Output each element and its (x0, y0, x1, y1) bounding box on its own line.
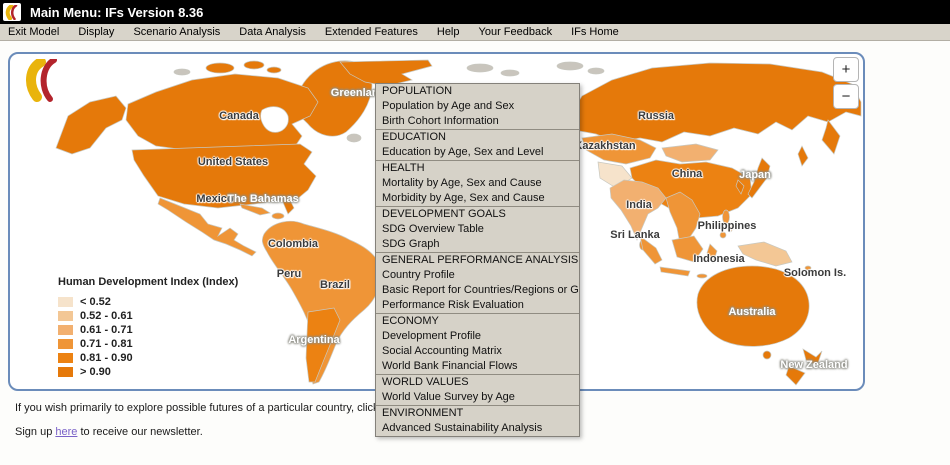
hdi-legend: Human Development Index (Index) < 0.52 0.… (58, 276, 238, 379)
menu-section-general-performance-analysis: GENERAL PERFORMANCE ANALYSIS (376, 253, 579, 268)
menubar-item-data-analysis[interactable]: Data Analysis (239, 26, 306, 38)
newsletter-prefix: Sign up (15, 426, 55, 438)
menubar-item-your-feedback[interactable]: Your Feedback (479, 26, 553, 38)
country-canada-alaska[interactable] (56, 96, 126, 154)
ifs-map-logo (24, 59, 62, 103)
country-philippines-2[interactable] (728, 224, 733, 232)
country-canada-island-1[interactable] (206, 63, 234, 73)
menu-section-population: POPULATION (376, 84, 579, 99)
menu-section-environment: ENVIRONMENT (376, 406, 579, 421)
country-russia-kamchatka[interactable] (822, 120, 840, 154)
menu-item-education-by-age-sex-and-level[interactable]: Education by Age, Sex and Level (376, 145, 579, 160)
legend-swatch (58, 325, 73, 335)
country-canada[interactable] (126, 74, 318, 152)
menu-section-economy: ECONOMY (376, 314, 579, 329)
zoom-in-button[interactable]: + (833, 57, 859, 82)
menu-section-world-values: WORLD VALUES (376, 375, 579, 390)
newsletter-here-link[interactable]: here (55, 426, 77, 438)
country-indonesia-sumatra[interactable] (640, 236, 662, 264)
country-japan[interactable] (748, 158, 770, 198)
menu-item-sdg-overview-table[interactable]: SDG Overview Table (376, 222, 579, 237)
country-mongolia[interactable] (662, 144, 718, 162)
menu-item-world-bank-financial-flows[interactable]: World Bank Financial Flows (376, 359, 579, 374)
country-indonesia-lesser-sunda[interactable] (697, 274, 707, 278)
ifs-logo-icon (3, 3, 21, 21)
legend-label: < 0.52 (80, 296, 111, 308)
legend-row-0-90: > 0.90 (58, 365, 238, 379)
newsletter-line: Sign up here to receive our newsletter. (15, 426, 203, 438)
country-bahamas[interactable] (264, 198, 269, 202)
newsletter-suffix: to receive our newsletter. (77, 426, 202, 438)
title-bar: Main Menu: IFs Version 8.36 (0, 0, 950, 24)
menu-item-country-profile[interactable]: Country Profile (376, 268, 579, 283)
legend-swatch (58, 297, 73, 307)
legend-swatch (58, 311, 73, 321)
legend-row-0-61-0-71: 0.61 - 0.71 (58, 323, 238, 337)
menubar-item-extended-features[interactable]: Extended Features (325, 26, 418, 38)
menubar-item-ifs-home[interactable]: IFs Home (571, 26, 619, 38)
menubar-item-exit-model[interactable]: Exit Model (8, 26, 59, 38)
country-hispaniola[interactable] (272, 213, 284, 219)
country-indonesia-java[interactable] (660, 267, 690, 276)
country-solomon-1[interactable] (805, 266, 811, 270)
menu-item-population-by-age-and-sex[interactable]: Population by Age and Sex (376, 99, 579, 114)
country-papua-new-guinea[interactable] (738, 242, 792, 266)
menubar-item-scenario-analysis[interactable]: Scenario Analysis (133, 26, 220, 38)
zoom-out-button[interactable]: − (833, 84, 859, 109)
country-new-zealand-north[interactable] (803, 349, 822, 366)
menu-bar: Exit Model Display Scenario Analysis Data A… (0, 24, 950, 41)
legend-row-0-52-0-61: 0.52 - 0.61 (58, 309, 238, 323)
country-india[interactable] (610, 180, 666, 240)
menu-item-morbidity-by-age-sex-and-cause[interactable]: Morbidity by Age, Sex and Cause (376, 191, 579, 206)
menubar-item-help[interactable]: Help (437, 26, 460, 38)
legend-row-0-81-0-90: 0.81 - 0.90 (58, 351, 238, 365)
legend-swatch (58, 353, 73, 363)
country-russia-sakhalin[interactable] (798, 146, 808, 166)
country-tasmania[interactable] (763, 351, 771, 359)
menu-item-performance-risk-evaluation[interactable]: Performance Risk Evaluation (376, 298, 579, 313)
menu-item-world-value-survey-by-age[interactable]: World Value Survey by Age (376, 390, 579, 405)
country-philippines-1[interactable] (723, 210, 730, 224)
country-indonesia-sulawesi[interactable] (707, 244, 717, 263)
legend-label: 0.71 - 0.81 (80, 338, 133, 350)
country-context-menu: POPULATIONPopulation by Age and SexBirth… (375, 83, 580, 437)
legend-label: 0.52 - 0.61 (80, 310, 133, 322)
menu-item-sdg-graph[interactable]: SDG Graph (376, 237, 579, 252)
menu-item-social-accounting-matrix[interactable]: Social Accounting Matrix (376, 344, 579, 359)
legend-label: 0.61 - 0.71 (80, 324, 133, 336)
menu-section-development-goals: DEVELOPMENT GOALS (376, 207, 579, 222)
country-russia[interactable] (568, 63, 861, 142)
main-menu-window: Main Menu: IFs Version 8.36 Exit Model Di… (0, 0, 950, 465)
menu-section-education: EDUCATION (376, 130, 579, 145)
map-zoom-controls: + − (833, 57, 859, 109)
country-cuba[interactable] (240, 204, 270, 215)
legend-swatch (58, 339, 73, 349)
country-australia[interactable] (697, 266, 809, 346)
menu-item-basic-report-for-countries-regions-or-groupings[interactable]: Basic Report for Countries/Regions or Gr… (376, 283, 579, 298)
legend-title: Human Development Index (Index) (58, 276, 238, 288)
menubar-item-display[interactable]: Display (78, 26, 114, 38)
country-canada-island-3[interactable] (267, 67, 281, 73)
legend-row-0-52: < 0.52 (58, 295, 238, 309)
menu-section-health: HEALTH (376, 161, 579, 176)
menu-item-development-profile[interactable]: Development Profile (376, 329, 579, 344)
menu-item-mortality-by-age-sex-and-cause[interactable]: Mortality by Age, Sex and Cause (376, 176, 579, 191)
legend-row-0-71-0-81: 0.71 - 0.81 (58, 337, 238, 351)
menu-item-birth-cohort-information[interactable]: Birth Cohort Information (376, 114, 579, 129)
country-solomon-2[interactable] (813, 271, 819, 275)
legend-label: 0.81 - 0.90 (80, 352, 133, 364)
menu-item-advanced-sustainability-analysis[interactable]: Advanced Sustainability Analysis (376, 421, 579, 436)
country-canada-island-2[interactable] (244, 61, 264, 69)
country-philippines-3[interactable] (720, 232, 726, 238)
window-title: Main Menu: IFs Version 8.36 (30, 5, 203, 20)
legend-label: > 0.90 (80, 366, 111, 378)
legend-swatch (58, 367, 73, 377)
country-new-zealand-south[interactable] (786, 366, 805, 385)
legend-rows: < 0.52 0.52 - 0.61 0.61 - 0.71 0.71 - 0.81 0… (58, 295, 238, 379)
country-indonesia-borneo[interactable] (672, 236, 703, 262)
